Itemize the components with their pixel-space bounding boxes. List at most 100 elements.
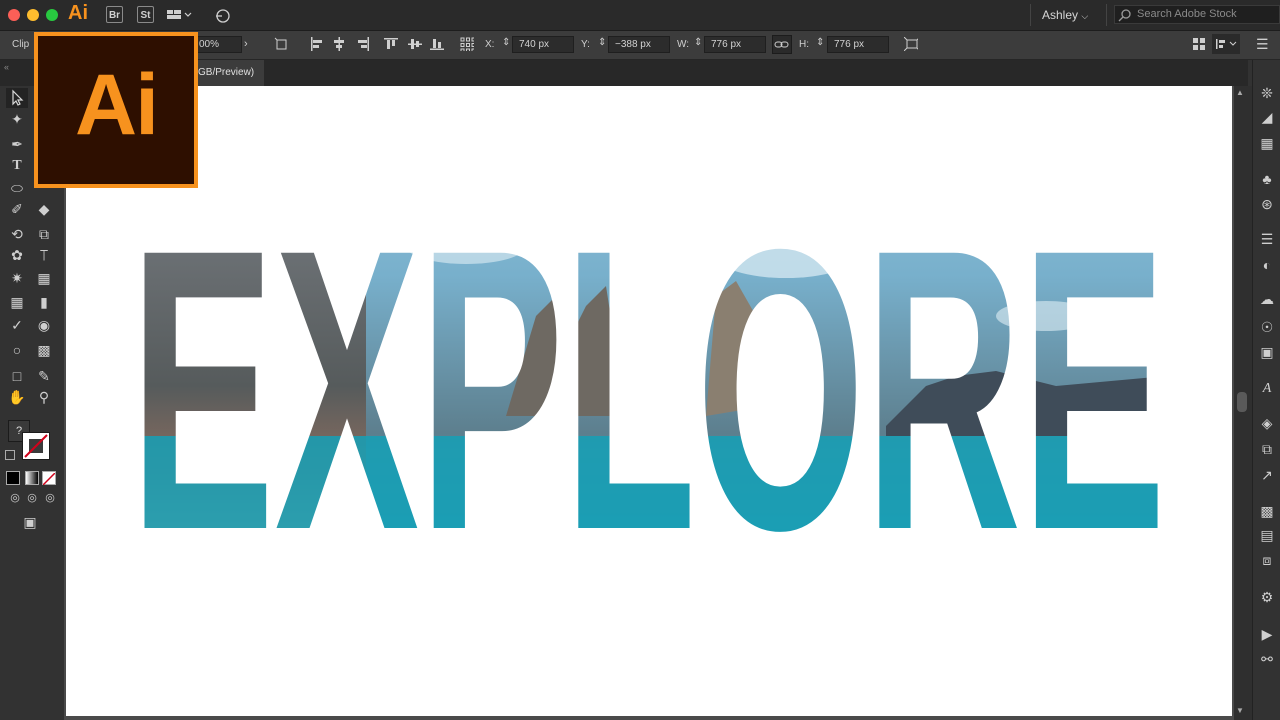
align-top-icon[interactable] [384, 37, 398, 51]
clip-label: Clip [12, 39, 30, 50]
shape-builder-icon[interactable]: ▦ [34, 268, 54, 288]
gradient-mode-icon[interactable] [25, 471, 39, 485]
symbols-icon[interactable]: ♣ [1258, 170, 1276, 188]
eyedropper-icon[interactable]: ✓ [7, 315, 27, 335]
height-field[interactable]: 776 px [827, 36, 889, 53]
libraries-icon[interactable]: ☁ [1258, 290, 1276, 308]
stepper-icon[interactable]: ⇕ [502, 37, 510, 48]
symbol-sprayer-icon[interactable]: ○ [7, 340, 27, 360]
layers-icon[interactable]: ◈ [1258, 414, 1276, 432]
collapse-toolbar-icon[interactable]: « [4, 62, 9, 72]
bridge-button[interactable]: Br [106, 6, 123, 23]
chevron-right-icon[interactable]: › [244, 38, 248, 50]
screen-mode-icon[interactable]: ▣ [20, 512, 40, 532]
w-label: W: [677, 39, 690, 50]
arrange-documents-icon[interactable] [1192, 37, 1206, 51]
constrain-proportions-button[interactable] [772, 35, 792, 54]
align-middle-icon[interactable] [408, 37, 422, 51]
close-window-button[interactable] [8, 9, 20, 21]
draw-inside-icon[interactable]: ◎ [40, 488, 60, 508]
transparency-icon[interactable]: ◐ [1258, 256, 1276, 274]
pin-icon[interactable]: ⟙ [34, 245, 54, 265]
y-position-field[interactable]: −388 px [608, 36, 670, 53]
scroll-up-icon[interactable]: ▲ [1236, 88, 1244, 97]
app-logo: Ai [68, 2, 88, 24]
y-label: Y: [581, 39, 590, 50]
draw-behind-icon[interactable]: ◎ [22, 488, 42, 508]
gradient-icon[interactable]: ▮ [34, 292, 54, 312]
rocket-icon [216, 9, 230, 23]
navigator-icon[interactable]: ⚙ [1258, 588, 1276, 606]
user-menu[interactable]: Ashley ⌵ [1042, 8, 1088, 22]
workspace-switcher[interactable] [167, 8, 193, 22]
zoom-window-button[interactable] [46, 9, 58, 21]
artboards-panel-icon[interactable]: ⧉ [1258, 440, 1276, 458]
transform-options-icon[interactable] [274, 37, 288, 51]
type-icon[interactable]: T [7, 156, 27, 176]
panel-options-icon [1216, 39, 1237, 49]
none-mode-icon[interactable] [42, 471, 56, 486]
none-color-icon [24, 434, 48, 458]
divider [1106, 4, 1107, 26]
selection-icon[interactable] [7, 88, 27, 108]
ellipse-icon[interactable]: ⬭ [7, 178, 27, 198]
scrollbar-thumb[interactable] [1237, 392, 1247, 412]
color-mode-icon[interactable] [6, 471, 20, 485]
scroll-down-icon[interactable]: ▼ [1236, 706, 1244, 715]
panel-menu-button[interactable] [1212, 34, 1240, 54]
brushes-icon[interactable]: ⊛ [1258, 195, 1276, 213]
explore-artwork[interactable]: EXPLORE [66, 86, 1232, 716]
appearance-icon[interactable]: ☉ [1258, 318, 1276, 336]
pathfinder-icon[interactable]: ⧈ [1258, 551, 1276, 569]
slice-icon[interactable]: ✎ [34, 366, 54, 386]
pen-icon[interactable]: ✒ [7, 134, 27, 154]
x-label: X: [485, 39, 495, 50]
menu-icon[interactable]: ☰ [1256, 36, 1269, 53]
graph-icon[interactable]: ▩ [34, 340, 54, 360]
magic-wand-icon[interactable]: ✦ [7, 109, 27, 129]
warp-icon[interactable]: ✿ [7, 245, 27, 265]
opacity-field[interactable]: 00% [192, 36, 242, 53]
reference-point-icon[interactable] [460, 37, 474, 51]
hand-icon[interactable]: ✋ [7, 387, 27, 407]
asset-export-icon[interactable]: ↗ [1258, 466, 1276, 484]
align-icon[interactable]: ▤ [1258, 526, 1276, 544]
search-icon [1118, 9, 1131, 22]
actions-icon[interactable]: ▶ [1258, 625, 1276, 643]
puppet-warp-icon[interactable]: ✷ [7, 268, 27, 288]
stroke-swatch[interactable] [22, 432, 50, 460]
align-center-icon[interactable] [332, 37, 346, 51]
width-field[interactable]: 776 px [704, 36, 766, 53]
character-icon[interactable]: A [1258, 380, 1276, 398]
align-right-icon[interactable] [356, 37, 370, 51]
minimize-window-button[interactable] [27, 9, 39, 21]
mesh-icon[interactable]: ▦ [7, 292, 27, 312]
color-guide-icon[interactable]: ❊ [1258, 84, 1276, 102]
paintbrush-icon[interactable]: ✐ [7, 199, 27, 219]
gpu-performance-button[interactable] [212, 6, 230, 24]
rotate-icon[interactable]: ⟲ [7, 224, 27, 244]
stroke-icon[interactable]: ☰ [1258, 230, 1276, 248]
illustrator-logo: Ai [34, 32, 198, 188]
chevron-down-icon: ⌵ [1081, 11, 1089, 21]
stepper-icon[interactable]: ⇕ [598, 37, 606, 48]
zoom-icon[interactable]: ⚲ [34, 387, 54, 407]
stepper-icon[interactable]: ⇕ [694, 37, 702, 48]
links-icon[interactable]: ⚯ [1258, 650, 1276, 668]
x-position-field[interactable]: 740 px [512, 36, 574, 53]
stepper-icon[interactable]: ⇕ [816, 37, 824, 48]
gradient-panel-icon[interactable]: ◢ [1258, 108, 1276, 126]
transform-icon[interactable]: ▩ [1258, 502, 1276, 520]
stock-search-input[interactable]: Search Adobe Stock [1114, 5, 1280, 24]
stock-button[interactable]: St [137, 6, 154, 23]
graphic-styles-icon[interactable]: ▣ [1258, 343, 1276, 361]
swatches-icon[interactable]: ▦ [1258, 134, 1276, 152]
blend-icon[interactable]: ◉ [34, 315, 54, 335]
artboard-icon[interactable]: □ [7, 366, 27, 386]
align-bottom-icon[interactable] [430, 37, 444, 51]
default-colors-icon[interactable] [5, 450, 15, 460]
eraser-icon[interactable]: ◆ [34, 199, 54, 219]
scale-icon[interactable]: ⧉ [34, 224, 54, 244]
transform-each-icon[interactable] [904, 37, 918, 51]
align-left-icon[interactable] [310, 37, 324, 51]
